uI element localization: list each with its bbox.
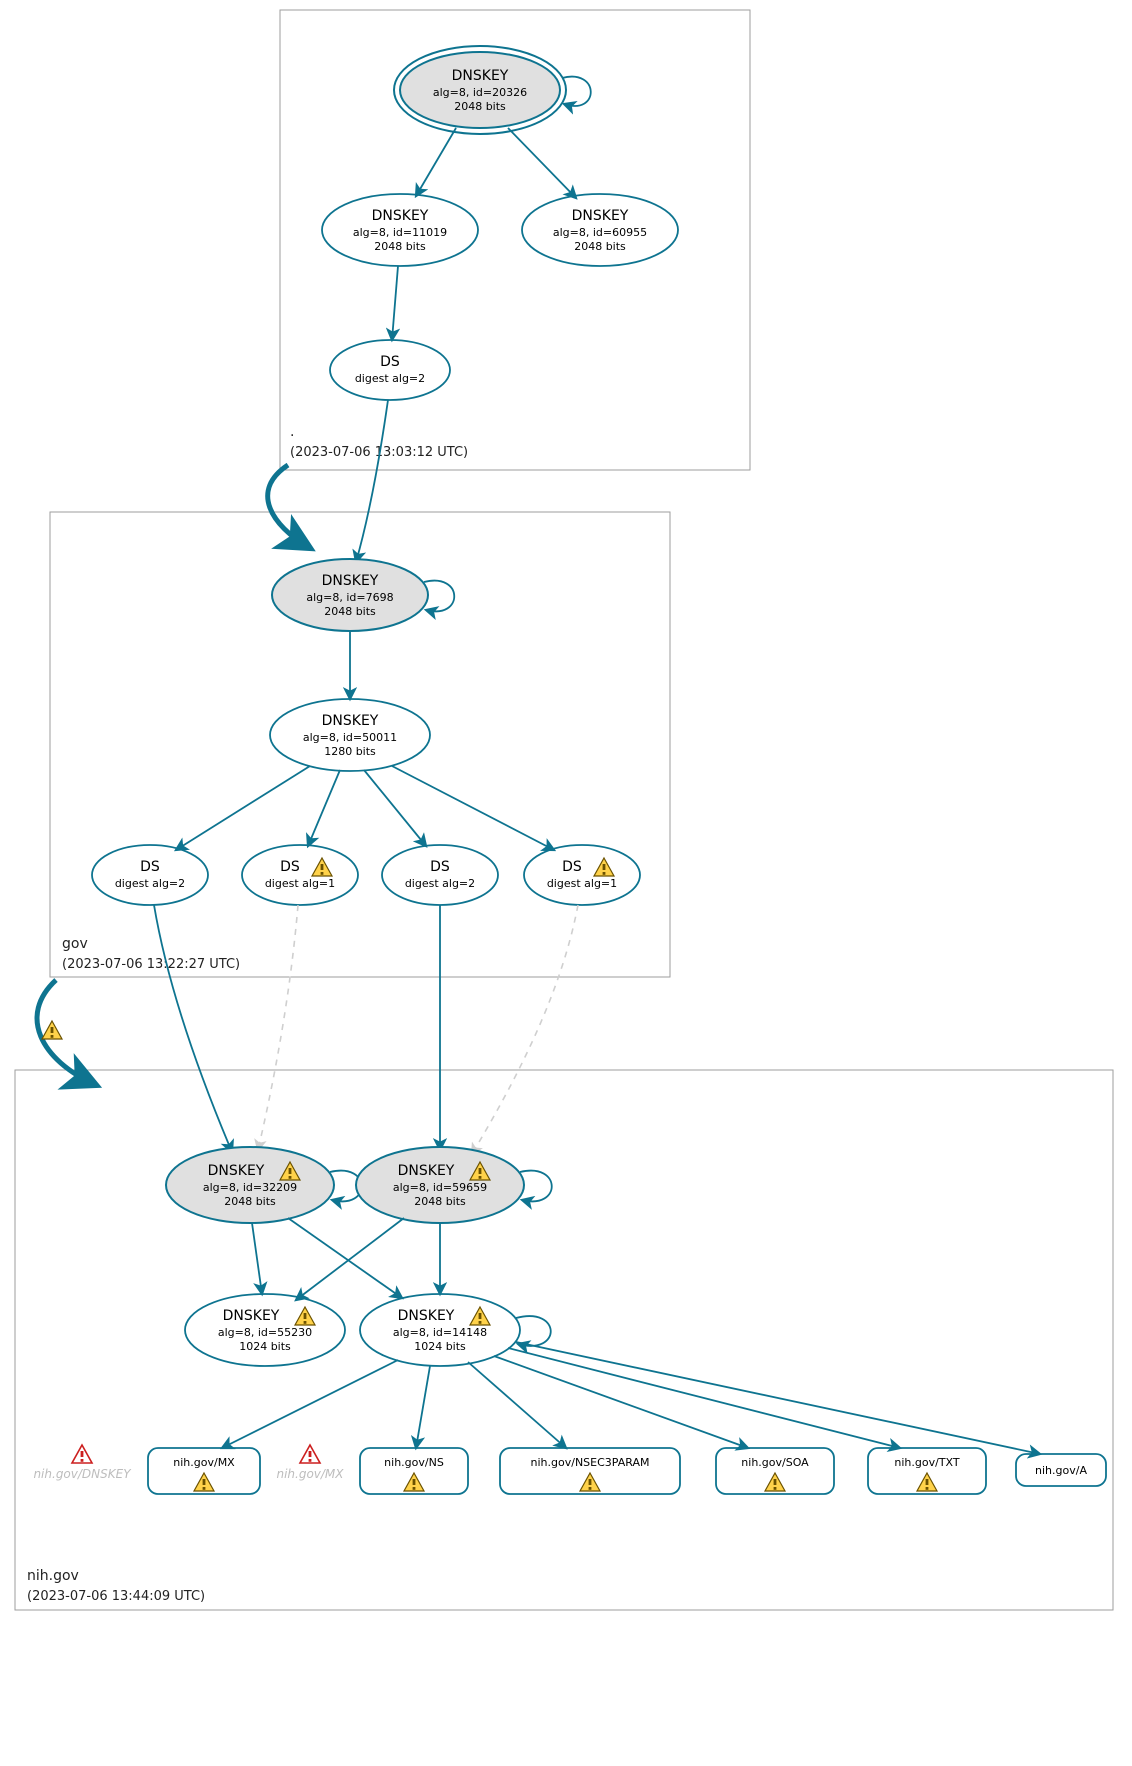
rr-txt[interactable]: nih.gov/TXT bbox=[868, 1448, 986, 1494]
svg-text:nih.gov/NSEC3PARAM: nih.gov/NSEC3PARAM bbox=[531, 1456, 650, 1469]
node-gov-zsk[interactable]: DNSKEY alg=8, id=50011 1280 bits bbox=[270, 699, 430, 771]
svg-text:nih.gov/SOA: nih.gov/SOA bbox=[741, 1456, 809, 1469]
edge bbox=[154, 905, 232, 1152]
svg-text:alg=8, id=20326: alg=8, id=20326 bbox=[433, 86, 527, 99]
node-root-ksk[interactable]: DNSKEY alg=8, id=20326 2048 bits bbox=[394, 46, 591, 134]
svg-text:nih.gov/TXT: nih.gov/TXT bbox=[894, 1456, 959, 1469]
svg-text:digest alg=1: digest alg=1 bbox=[547, 877, 617, 890]
svg-text:2048 bits: 2048 bits bbox=[454, 100, 506, 113]
zone-nih-box bbox=[15, 1070, 1113, 1610]
svg-text:alg=8, id=32209: alg=8, id=32209 bbox=[203, 1181, 297, 1194]
svg-text:1024 bits: 1024 bits bbox=[414, 1340, 466, 1353]
svg-text:digest alg=2: digest alg=2 bbox=[115, 877, 185, 890]
svg-text:DNSKEY: DNSKEY bbox=[223, 1308, 280, 1324]
svg-text:2048 bits: 2048 bits bbox=[374, 240, 426, 253]
edge-dashed bbox=[258, 905, 298, 1150]
svg-text:nih.gov/DNSKEY: nih.gov/DNSKEY bbox=[33, 1467, 132, 1481]
svg-text:digest alg=2: digest alg=2 bbox=[405, 877, 475, 890]
svg-text:alg=8, id=11019: alg=8, id=11019 bbox=[353, 226, 447, 239]
edge bbox=[176, 766, 310, 850]
edge bbox=[508, 128, 576, 198]
svg-text:2048 bits: 2048 bits bbox=[324, 605, 376, 618]
edge bbox=[416, 128, 456, 196]
node-gov-ds4[interactable]: DS digest alg=1 bbox=[524, 845, 640, 905]
svg-text:alg=8, id=7698: alg=8, id=7698 bbox=[306, 591, 393, 604]
dnssec-graph: . (2023-07-06 13:03:12 UTC) gov (2023-07… bbox=[0, 0, 1132, 1766]
node-root-ds[interactable]: DS digest alg=2 bbox=[330, 340, 450, 400]
svg-text:DS: DS bbox=[380, 354, 400, 370]
edge bbox=[392, 766, 554, 850]
node-nih-ksk2[interactable]: DNSKEY alg=8, id=59659 2048 bits bbox=[356, 1147, 552, 1223]
edge bbox=[416, 1366, 430, 1448]
node-nih-zsk2[interactable]: DNSKEY alg=8, id=14148 1024 bits bbox=[360, 1294, 551, 1366]
rr-mx[interactable]: nih.gov/MX bbox=[148, 1448, 260, 1494]
svg-text:alg=8, id=55230: alg=8, id=55230 bbox=[218, 1326, 312, 1339]
error-icon bbox=[72, 1445, 92, 1463]
rr-a[interactable]: nih.gov/A bbox=[1016, 1454, 1106, 1486]
zone-root-label: . bbox=[290, 424, 294, 440]
svg-text:DNSKEY: DNSKEY bbox=[398, 1163, 455, 1179]
svg-text:2048 bits: 2048 bits bbox=[574, 240, 626, 253]
edge bbox=[252, 1223, 262, 1294]
node-gov-ksk[interactable]: DNSKEY alg=8, id=7698 2048 bits bbox=[272, 559, 454, 631]
edge bbox=[288, 1218, 402, 1298]
edge bbox=[468, 1362, 566, 1448]
zone-nih-date: (2023-07-06 13:44:09 UTC) bbox=[27, 1589, 205, 1604]
zone-edge-root-gov bbox=[268, 465, 310, 548]
zone-gov-label: gov bbox=[62, 936, 88, 952]
error-icon bbox=[300, 1445, 320, 1463]
edge bbox=[308, 770, 340, 846]
node-gov-ds3[interactable]: DS digest alg=2 bbox=[382, 845, 498, 905]
svg-text:1024 bits: 1024 bits bbox=[239, 1340, 291, 1353]
zone-nih-label: nih.gov bbox=[27, 1568, 79, 1584]
svg-text:DS: DS bbox=[280, 859, 300, 875]
svg-text:DS: DS bbox=[430, 859, 450, 875]
svg-text:nih.gov/MX: nih.gov/MX bbox=[276, 1467, 344, 1481]
node-gov-ds1[interactable]: DS digest alg=2 bbox=[92, 845, 208, 905]
node-root-zsk2[interactable]: DNSKEY alg=8, id=60955 2048 bits bbox=[522, 194, 678, 266]
svg-text:DNSKEY: DNSKEY bbox=[572, 208, 629, 224]
svg-text:DNSKEY: DNSKEY bbox=[322, 573, 379, 589]
svg-text:DNSKEY: DNSKEY bbox=[322, 713, 379, 729]
zone-gov-date: (2023-07-06 13:22:27 UTC) bbox=[62, 957, 240, 972]
svg-text:2048 bits: 2048 bits bbox=[224, 1195, 276, 1208]
svg-text:DS: DS bbox=[562, 859, 582, 875]
svg-text:alg=8, id=14148: alg=8, id=14148 bbox=[393, 1326, 487, 1339]
svg-text:nih.gov/MX: nih.gov/MX bbox=[173, 1456, 235, 1469]
svg-text:nih.gov/A: nih.gov/A bbox=[1035, 1464, 1087, 1477]
edge bbox=[222, 1360, 398, 1448]
rr-soa[interactable]: nih.gov/SOA bbox=[716, 1448, 834, 1494]
ghost-dnskey: nih.gov/DNSKEY bbox=[33, 1445, 132, 1481]
node-root-zsk1[interactable]: DNSKEY alg=8, id=11019 2048 bits bbox=[322, 194, 478, 266]
svg-text:DS: DS bbox=[140, 859, 160, 875]
svg-text:DNSKEY: DNSKEY bbox=[208, 1163, 265, 1179]
svg-text:alg=8, id=50011: alg=8, id=50011 bbox=[303, 731, 397, 744]
node-nih-ksk1[interactable]: DNSKEY alg=8, id=32209 2048 bits bbox=[166, 1147, 362, 1223]
svg-text:1280 bits: 1280 bits bbox=[324, 745, 376, 758]
svg-text:DNSKEY: DNSKEY bbox=[372, 208, 429, 224]
svg-text:digest alg=2: digest alg=2 bbox=[355, 372, 425, 385]
edge bbox=[364, 770, 426, 846]
svg-text:digest alg=1: digest alg=1 bbox=[265, 877, 335, 890]
ghost-mx: nih.gov/MX bbox=[276, 1445, 344, 1481]
rr-ns[interactable]: nih.gov/NS bbox=[360, 1448, 468, 1494]
edge-dashed bbox=[472, 905, 578, 1154]
edge bbox=[516, 1342, 1040, 1454]
svg-text:DNSKEY: DNSKEY bbox=[452, 68, 509, 84]
svg-text:alg=8, id=59659: alg=8, id=59659 bbox=[393, 1181, 487, 1194]
edge bbox=[356, 400, 388, 562]
svg-text:2048 bits: 2048 bits bbox=[414, 1195, 466, 1208]
warning-icon bbox=[42, 1021, 62, 1039]
svg-text:DNSKEY: DNSKEY bbox=[398, 1308, 455, 1324]
node-nih-zsk1[interactable]: DNSKEY alg=8, id=55230 1024 bits bbox=[185, 1294, 345, 1366]
node-gov-ds2[interactable]: DS digest alg=1 bbox=[242, 845, 358, 905]
edge bbox=[392, 266, 398, 340]
svg-text:nih.gov/NS: nih.gov/NS bbox=[384, 1456, 444, 1469]
svg-text:alg=8, id=60955: alg=8, id=60955 bbox=[553, 226, 647, 239]
rr-nsec3param[interactable]: nih.gov/NSEC3PARAM bbox=[500, 1448, 680, 1494]
edge bbox=[494, 1356, 748, 1448]
